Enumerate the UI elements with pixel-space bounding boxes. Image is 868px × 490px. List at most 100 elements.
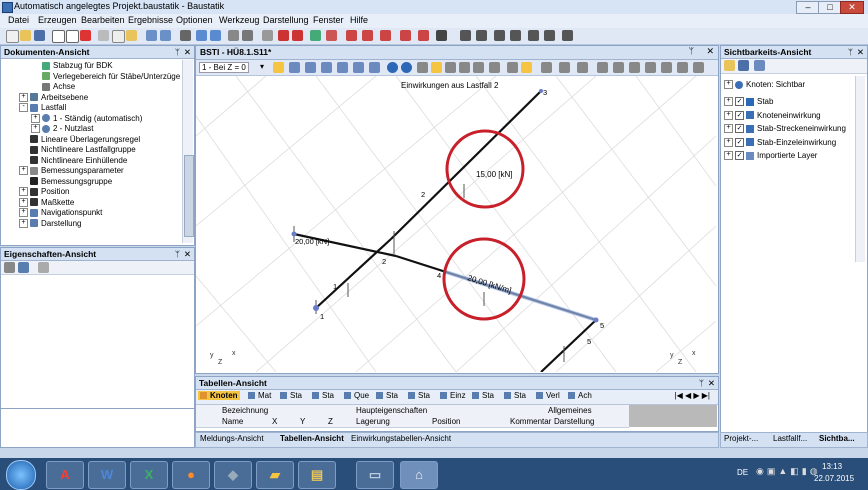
tab-tabellen-ansicht[interactable]: Tabellen-Ansicht — [280, 434, 344, 443]
zoom-all-icon[interactable] — [337, 62, 348, 73]
save-icon[interactable] — [34, 30, 45, 41]
frame-3-icon[interactable] — [494, 30, 505, 41]
import-icon[interactable] — [180, 30, 191, 41]
nav-back-icon[interactable] — [387, 62, 398, 73]
tree-item[interactable]: Nichtlineare Einhüllende — [19, 155, 127, 166]
nav-forward-icon[interactable] — [401, 62, 412, 73]
result-icon[interactable] — [326, 30, 337, 41]
table-tab[interactable]: Sta — [310, 391, 336, 400]
table-tab[interactable]: Verl — [534, 391, 562, 400]
language-indicator[interactable]: DE — [737, 468, 748, 477]
table-tab[interactable]: Que — [342, 391, 371, 400]
visibility-checkbox[interactable]: ✓ — [735, 124, 744, 134]
visibility-checkbox[interactable]: ✓ — [735, 151, 744, 161]
tab-nav-arrows-icon[interactable]: |◀ ◀ ▶ ▶| — [675, 391, 710, 400]
menu-ergebnisse[interactable]: Ergebnisse — [128, 15, 173, 25]
table-tab[interactable]: Sta — [374, 391, 400, 400]
visibility-checkbox[interactable]: ✓ — [735, 137, 744, 147]
menu-fenster[interactable]: Fenster — [313, 15, 344, 25]
expand-icon[interactable]: + — [19, 92, 28, 102]
visibility-item[interactable]: + ✓ Stab-Einzeleinwirkung — [724, 137, 836, 148]
tree-item[interactable]: + Maßkette — [19, 197, 74, 208]
tree-item[interactable]: Bemessungsgruppe — [19, 176, 112, 187]
taskbar-pdf-icon[interactable]: A — [46, 461, 84, 489]
redo-icon[interactable] — [160, 30, 171, 41]
undo-icon[interactable] — [146, 30, 157, 41]
frame-6-icon[interactable] — [544, 30, 555, 41]
frame-2-icon[interactable] — [476, 30, 487, 41]
zoom-extend-icon[interactable] — [353, 62, 364, 73]
support-tool-icon[interactable] — [262, 30, 273, 41]
tree-item[interactable]: + Position — [19, 186, 69, 197]
tab-sichtbarkeit[interactable]: Sichtba... — [819, 434, 855, 443]
view-front-icon[interactable] — [445, 62, 456, 73]
expand-icon[interactable]: + — [724, 110, 733, 120]
close-button[interactable]: ✕ — [840, 1, 864, 14]
pin-icon[interactable]: ᛘ — [175, 46, 180, 58]
pan-icon[interactable] — [369, 62, 380, 73]
rotate-right-icon[interactable] — [210, 30, 221, 41]
view-box-5-icon[interactable] — [661, 62, 672, 73]
col-z[interactable]: Z — [328, 417, 333, 426]
deform-icon[interactable] — [400, 30, 411, 41]
col-kommentar[interactable]: Kommentar — [510, 417, 551, 426]
pin-icon[interactable]: ᛘ — [848, 46, 853, 58]
model-canvas[interactable]: Einwirkungen aus Lastfall 2 20,00 [kN] 1… — [196, 76, 716, 372]
view-grid-icon[interactable] — [489, 62, 500, 73]
tab-projekt[interactable]: Projekt-... — [724, 434, 758, 443]
print-preview-icon[interactable] — [66, 30, 79, 43]
expand-icon[interactable]: + — [724, 137, 733, 147]
table-tab[interactable]: Ach — [566, 391, 594, 400]
tab-einwirkungstabellen-ansicht[interactable]: Einwirkungstabellen-Ansicht — [351, 434, 451, 443]
rotate-left-icon[interactable] — [196, 30, 207, 41]
visibility-item[interactable]: + ✓ Stab — [724, 96, 773, 107]
taskbar-baustatik-icon[interactable]: ⌂ — [400, 461, 438, 489]
tree-item[interactable]: Achse — [31, 81, 75, 92]
sort-alpha-icon[interactable] — [18, 262, 29, 273]
close-icon[interactable]: ✕ — [708, 377, 715, 389]
open-folder-icon[interactable] — [20, 30, 31, 41]
new-file-icon[interactable] — [6, 30, 19, 43]
view-side-icon[interactable] — [459, 62, 470, 73]
table-tab[interactable]: Sta — [470, 391, 496, 400]
expand-icon[interactable]: + — [31, 113, 40, 123]
moment-icon[interactable] — [346, 30, 357, 41]
view-light-icon[interactable] — [431, 62, 442, 73]
taskbar-explorer-icon[interactable]: ▤ — [298, 461, 336, 489]
visibility-checkbox[interactable]: ✓ — [735, 97, 744, 107]
frame-7-icon[interactable] — [562, 30, 573, 41]
close-icon[interactable]: ✕ — [184, 248, 191, 260]
frame-1-icon[interactable] — [460, 30, 471, 41]
col-x[interactable]: X — [272, 417, 277, 426]
close-icon[interactable]: ✕ — [184, 46, 191, 58]
table-tab[interactable]: Sta — [406, 391, 432, 400]
visibility-checkbox[interactable]: ✓ — [735, 110, 744, 120]
clock-date[interactable]: 22.07.2015 — [814, 474, 854, 483]
table-tab[interactable]: Mat — [246, 391, 273, 400]
plane-select[interactable]: 1 - Bei Z = 0 — [199, 62, 249, 73]
tree-item[interactable]: Verlegebereich für Stäbe/Unterzüge — [31, 71, 180, 82]
paste-icon[interactable] — [126, 30, 137, 41]
frame-5-icon[interactable] — [528, 30, 539, 41]
menu-bearbeiten[interactable]: Bearbeiten — [81, 15, 125, 25]
view-shade-icon[interactable] — [521, 62, 532, 73]
select-arrow-icon[interactable] — [273, 62, 284, 73]
reaction-icon[interactable] — [418, 30, 429, 41]
visibility-item[interactable]: + ✓ Stab-Streckeneinwirkung — [724, 123, 846, 134]
visibility-scrollbar[interactable] — [855, 76, 865, 262]
expand-icon[interactable]: + — [724, 124, 733, 134]
taskbar-excel-icon[interactable]: X — [130, 461, 168, 489]
member-tool-icon[interactable] — [242, 30, 253, 41]
pin-icon[interactable]: ᛘ — [175, 248, 180, 260]
view-box-4-icon[interactable] — [645, 62, 656, 73]
pin-icon[interactable]: ᛘ — [699, 377, 704, 389]
document-scrollbar[interactable] — [182, 60, 194, 243]
start-button[interactable] — [6, 460, 36, 490]
close-icon[interactable]: ✕ — [857, 46, 864, 58]
view-y-icon[interactable] — [559, 62, 570, 73]
col-position[interactable]: Position — [432, 417, 460, 426]
tree-item[interactable]: Stabzug für BDK — [31, 60, 113, 71]
visibility-item[interactable]: + ✓ Knoteneinwirkung — [724, 110, 821, 121]
taskbar-firefox-icon[interactable]: ● — [172, 461, 210, 489]
taskbar-notes-icon[interactable]: ▰ — [256, 461, 294, 489]
